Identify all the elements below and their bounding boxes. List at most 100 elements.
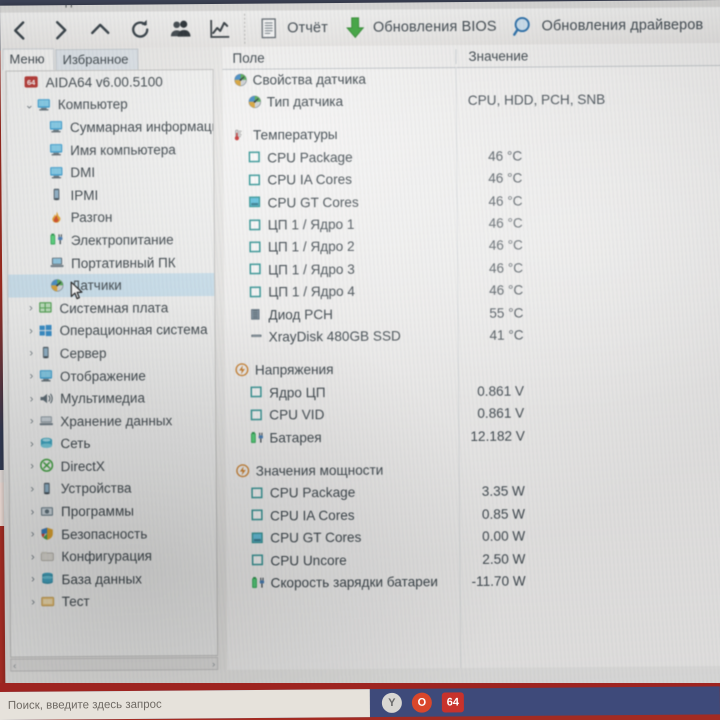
tree-item-сервер[interactable]: › Сервер: [9, 341, 215, 365]
svg-text:64: 64: [27, 78, 36, 87]
tree-item-directx[interactable]: › DirectX: [10, 454, 216, 478]
navigation-tree[interactable]: 64 AIDA64 v6.00.5100 ⌄ Компьютер Суммарная и…: [5, 68, 219, 658]
bios-updates-button[interactable]: Обновления BIOS: [335, 9, 504, 46]
display-icon: [38, 368, 56, 384]
row-value-number: 41 °C: [489, 327, 524, 343]
row-field-cell: ЦП 1 / Ядро 4: [224, 283, 457, 301]
report-button[interactable]: Отчёт: [249, 10, 335, 47]
tree-item-aida64-v6-00-5100[interactable]: 64 AIDA64 v6.00.5100: [7, 70, 213, 94]
row-field-cell: Напряжения: [225, 361, 458, 379]
column-header-field[interactable]: Поле: [222, 49, 455, 66]
tree-item-сеть[interactable]: › Сеть: [9, 431, 215, 455]
chevron-right-icon[interactable]: ›: [24, 303, 37, 315]
row-field-label: Скорость зарядки батареи: [270, 574, 438, 591]
row-field-label: CPU Package: [267, 149, 353, 166]
tree-item-системная-плата[interactable]: › Системная плата: [8, 296, 214, 320]
chevron-right-icon[interactable]: ›: [25, 370, 38, 382]
chevron-right-icon[interactable]: ›: [25, 348, 38, 360]
row-value-number: -11.70 W: [471, 573, 526, 589]
row-value-cell: [456, 132, 720, 134]
drive-icon: [247, 329, 266, 345]
tree-item-операционная-система[interactable]: › Операционная система: [8, 319, 214, 343]
scroll-right-arrow-icon[interactable]: ›: [212, 659, 215, 669]
column-header-value[interactable]: Значение: [455, 46, 720, 64]
taskbar-search-input[interactable]: Поиск, введите здесь запрос: [0, 689, 370, 720]
row-value-cell: 46 °C: [457, 236, 720, 253]
tree-item-label: Устройства: [60, 481, 132, 497]
tab-favorites[interactable]: Избранное: [55, 48, 139, 71]
tree-item-тест[interactable]: › Тест: [11, 590, 217, 614]
tree-item-электропитание[interactable]: Электропитание: [8, 228, 214, 252]
monitor-icon: [48, 120, 66, 136]
row-field-cell: CPU IA Cores: [223, 171, 456, 189]
chevron-right-icon[interactable]: ›: [26, 551, 39, 563]
row-value-cell: 46 °C: [456, 147, 720, 164]
laptop-icon: [49, 255, 67, 271]
row-value-cell: [458, 367, 720, 369]
tree-item-хранение-данных[interactable]: › Хранение данных: [9, 409, 215, 433]
cpu-square-icon: [248, 508, 267, 524]
tree-item-безопасность[interactable]: › Безопасность: [10, 522, 216, 546]
sensor-value-row[interactable]: Скорость зарядки батареи -11.70 W: [226, 568, 720, 594]
tree-item-портативный-пк[interactable]: Портативный ПК: [8, 251, 214, 275]
tree-item-разгон[interactable]: Разгон: [8, 206, 214, 230]
tree-item-суммарная-информация[interactable]: Суммарная информация: [7, 115, 213, 139]
chart-icon: [207, 16, 233, 42]
tree-item-база-данных[interactable]: › База данных: [10, 567, 216, 591]
chevron-right-icon[interactable]: ›: [25, 416, 38, 428]
tree-item-датчики[interactable]: Датчики: [8, 273, 215, 300]
tab-menu[interactable]: Меню: [2, 48, 55, 71]
tree-item-программы[interactable]: › Программы: [10, 499, 216, 523]
aida64-taskbar-icon[interactable]: 64: [441, 692, 464, 713]
tree-item-компьютер[interactable]: ⌄ Компьютер: [7, 93, 213, 117]
row-field-cell: ЦП 1 / Ядро 3: [224, 260, 457, 278]
tree-item-устройства[interactable]: › Устройства: [10, 477, 216, 501]
chevron-right-icon[interactable]: ›: [25, 438, 38, 450]
tree-item-мультимедиа[interactable]: › Мультимедиа: [9, 386, 215, 410]
config-icon: [39, 549, 57, 565]
chevron-right-icon[interactable]: ›: [25, 393, 38, 405]
battery-plug-icon: [249, 575, 268, 591]
row-value-cell: 46 °C: [457, 192, 720, 209]
tree-item-ipmi[interactable]: IPMI: [7, 183, 213, 207]
windows-icon: [38, 323, 56, 339]
chevron-right-icon[interactable]: ›: [27, 596, 40, 608]
row-field-label: Значения мощности: [255, 462, 384, 479]
chevron-right-icon[interactable]: ›: [26, 529, 39, 541]
row-value-number: 46 °C: [488, 260, 524, 276]
thermometer-icon: [231, 128, 250, 144]
up-button[interactable]: [80, 12, 120, 48]
scroll-left-arrow-icon[interactable]: ‹: [13, 660, 16, 670]
chevron-right-icon[interactable]: ›: [26, 574, 39, 586]
tree-item-конфигурация[interactable]: › Конфигурация: [10, 544, 216, 568]
row-value-cell: [456, 76, 720, 78]
report-button-label: Отчёт: [287, 20, 328, 37]
refresh-button[interactable]: [120, 11, 160, 47]
driver-updates-button[interactable]: Обновления драйверов: [503, 7, 710, 45]
tree-horizontal-scrollbar[interactable]: ‹ ›: [10, 656, 219, 672]
chevron-right-icon[interactable]: ›: [26, 506, 39, 518]
tree-item-dmi[interactable]: DMI: [7, 160, 213, 184]
back-button[interactable]: [0, 12, 40, 48]
tree-item-label: Безопасность: [61, 526, 148, 542]
row-value-number: 46 °C: [488, 237, 523, 254]
cpu-square-icon: [247, 407, 266, 423]
opera-icon[interactable]: O: [411, 692, 432, 713]
tree-item-label: Электропитание: [70, 232, 174, 249]
network-icon: [38, 436, 56, 452]
yandex-icon[interactable]: Y: [381, 692, 402, 713]
tree-item-имя-компьютера[interactable]: Имя компьютера: [7, 138, 213, 162]
chevron-right-icon[interactable]: ›: [25, 325, 38, 337]
users-button[interactable]: [160, 11, 200, 47]
chart-button[interactable]: [200, 11, 240, 47]
row-field-label: ЦП 1 / Ядро 3: [268, 261, 355, 278]
benchmark-icon: [40, 594, 58, 610]
chevron-right-icon[interactable]: ›: [26, 483, 39, 495]
chevron-right-icon[interactable]: ›: [26, 461, 39, 473]
row-value-number: 46 °C: [488, 148, 523, 164]
back-icon: [7, 17, 33, 43]
tree-item-отображение[interactable]: › Отображение: [9, 364, 215, 388]
chevron-down-icon[interactable]: ⌄: [23, 99, 36, 112]
row-value-number: 2.50 W: [482, 551, 526, 567]
forward-button[interactable]: [40, 12, 80, 48]
